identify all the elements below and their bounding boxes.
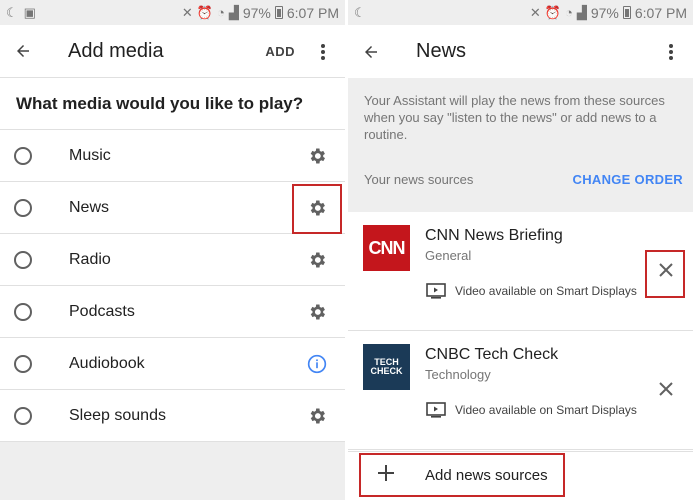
- media-item-audiobook[interactable]: Audiobook: [0, 338, 345, 390]
- battery-percent: 97%: [590, 4, 619, 21]
- video-display-icon: [426, 402, 446, 418]
- add-news-sources-label: Add news sources: [425, 467, 548, 484]
- gear-icon: [310, 252, 325, 268]
- empty-area: [0, 442, 345, 500]
- media-label: Radio: [69, 250, 111, 268]
- source-category: Technology: [425, 367, 491, 382]
- mute-icon: ✕: [181, 4, 193, 20]
- add-media-screen: ☾ ▣ ✕ ⏰ ◔ ▟ 97% 6:07 PM Add media ADD Wh…: [0, 0, 345, 500]
- settings-button[interactable]: [305, 182, 329, 234]
- radio-button[interactable]: [14, 146, 32, 165]
- more-options-button[interactable]: [311, 25, 335, 78]
- info-text: Your Assistant will play the news from t…: [364, 93, 665, 142]
- gear-icon: [310, 408, 325, 424]
- clock: 6:07 PM: [286, 4, 339, 21]
- mute-icon: ✕: [529, 4, 541, 20]
- radio-button[interactable]: [14, 302, 32, 321]
- battery-icon: [622, 6, 631, 19]
- add-news-sources-button[interactable]: Add news sources: [348, 451, 693, 500]
- notification-icon: ▣: [23, 4, 36, 20]
- video-note-text: Video available on Smart Displays: [455, 284, 637, 298]
- moon-icon: ☾: [354, 4, 366, 20]
- gear-icon: [310, 148, 325, 164]
- battery-percent: 97%: [242, 4, 271, 21]
- media-item-podcasts[interactable]: Podcasts: [0, 286, 345, 338]
- page-title: News: [416, 40, 467, 62]
- video-note: Video available on Smart Displays: [426, 283, 637, 299]
- video-note: Video available on Smart Displays: [426, 402, 637, 418]
- media-item-music[interactable]: Music: [0, 130, 345, 182]
- wifi-icon: ◔: [216, 5, 225, 20]
- media-label: Podcasts: [69, 302, 135, 320]
- status-bar: ☾ ▣ ✕ ⏰ ◔ ▟ 97% 6:07 PM: [0, 0, 345, 25]
- media-question: What media would you like to play?: [0, 78, 345, 130]
- status-bar: ☾ ✕ ⏰ ◔ ▟ 97% 6:07 PM: [348, 0, 693, 25]
- cnn-logo: CNN: [363, 225, 410, 271]
- more-options-button[interactable]: [659, 25, 683, 78]
- settings-button[interactable]: [305, 390, 329, 442]
- radio-button[interactable]: [14, 198, 32, 217]
- media-item-radio[interactable]: Radio: [0, 234, 345, 286]
- news-source-cnn[interactable]: CNN CNN News Briefing General Video avai…: [348, 212, 693, 331]
- arrow-left-icon: [365, 45, 377, 58]
- video-note-text: Video available on Smart Displays: [455, 403, 637, 417]
- wifi-icon: ◔: [564, 5, 573, 20]
- info-icon: [307, 354, 327, 374]
- settings-button[interactable]: [305, 234, 329, 286]
- news-screen: ☾ ✕ ⏰ ◔ ▟ 97% 6:07 PM News Your Assistan…: [348, 0, 693, 500]
- media-label: News: [69, 198, 110, 216]
- sources-header: Your news sources CHANGE ORDER: [364, 172, 683, 187]
- plus-icon: [378, 465, 394, 481]
- media-item-sleep-sounds[interactable]: Sleep sounds: [0, 390, 345, 442]
- alarm-icon: ⏰: [544, 4, 561, 20]
- source-category: General: [425, 248, 472, 263]
- media-label: Music: [69, 146, 111, 164]
- remove-source-button[interactable]: [656, 260, 676, 280]
- app-bar: Add media ADD: [0, 25, 345, 78]
- cnbc-logo: TECH CHECK: [363, 344, 410, 390]
- app-bar: News: [348, 25, 693, 78]
- close-icon: [659, 263, 673, 277]
- moon-icon: ☾: [6, 4, 18, 20]
- media-label: Audiobook: [69, 354, 145, 372]
- signal-icon: ▟: [228, 4, 239, 20]
- gear-icon: [310, 200, 325, 216]
- settings-button[interactable]: [305, 286, 329, 338]
- radio-button[interactable]: [14, 250, 32, 269]
- sources-label: Your news sources: [364, 172, 474, 187]
- signal-icon: ▟: [576, 4, 587, 20]
- change-order-button[interactable]: CHANGE ORDER: [573, 172, 684, 187]
- media-item-news[interactable]: News: [0, 182, 345, 234]
- info-banner: Your Assistant will play the news from t…: [348, 78, 693, 212]
- screenshot-root: ☾ ▣ ✕ ⏰ ◔ ▟ 97% 6:07 PM Add media ADD Wh…: [0, 0, 693, 500]
- add-button[interactable]: ADD: [265, 25, 295, 78]
- media-label: Sleep sounds: [69, 406, 166, 424]
- clock: 6:07 PM: [634, 4, 687, 21]
- more-vert-icon: [669, 43, 673, 60]
- alarm-icon: ⏰: [196, 4, 213, 20]
- info-button[interactable]: [305, 338, 329, 390]
- battery-icon: [274, 6, 283, 19]
- arrow-left-icon: [17, 45, 29, 57]
- source-name: CNN News Briefing: [425, 227, 563, 244]
- close-icon: [659, 382, 673, 396]
- source-name: CNBC Tech Check: [425, 346, 559, 363]
- news-source-cnbc[interactable]: TECH CHECK CNBC Tech Check Technology Vi…: [348, 331, 693, 450]
- radio-button[interactable]: [14, 354, 32, 373]
- page-title: Add media: [68, 39, 164, 62]
- radio-button[interactable]: [14, 406, 32, 425]
- more-vert-icon: [321, 43, 325, 60]
- remove-source-button[interactable]: [656, 379, 676, 399]
- back-button[interactable]: [348, 25, 394, 78]
- settings-button[interactable]: [305, 130, 329, 182]
- gear-icon: [310, 304, 325, 320]
- video-display-icon: [426, 283, 446, 299]
- media-list: Music News Radio Podcasts Audiobook Slee…: [0, 130, 345, 442]
- back-button[interactable]: [0, 25, 46, 78]
